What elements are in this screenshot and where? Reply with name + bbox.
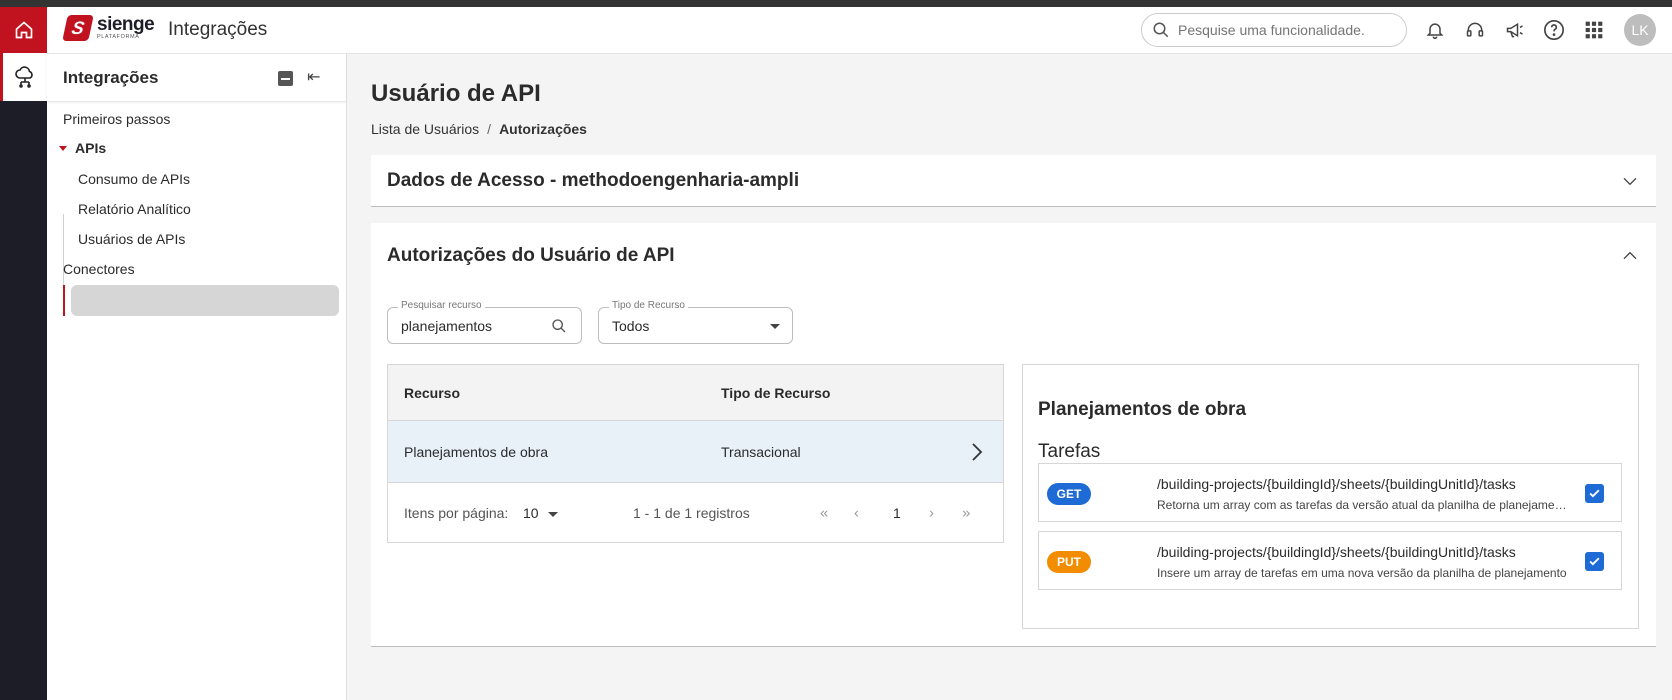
chevron-right-icon[interactable]	[970, 442, 984, 461]
resource-type-select[interactable]: Tipo de Recurso Todos	[598, 300, 793, 344]
headset-icon	[1466, 22, 1484, 37]
access-card-title: Dados de Acesso - methodoengenharia-ampl…	[387, 170, 800, 191]
home-icon	[15, 21, 32, 39]
endpoint-item: GET /building-projects/{buildingId}/shee…	[1038, 463, 1622, 522]
breadcrumb: Lista de Usuários / Autorizações	[371, 121, 587, 137]
caret-down-icon	[59, 145, 67, 151]
cell-type: Transacional	[721, 443, 801, 460]
caret-down-icon	[770, 324, 780, 329]
search-icon[interactable]	[551, 318, 567, 334]
chevron-down-icon[interactable]	[1622, 173, 1638, 189]
sidebar-item-usuarios[interactable]: Usuários de APIs	[78, 231, 185, 247]
resource-detail-panel: Planejamentos de obra Tarefas GET /build…	[1022, 364, 1639, 629]
active-item-marker	[63, 285, 65, 316]
announcements-button[interactable]	[1503, 18, 1527, 42]
logo-sub: PLATAFORMA	[97, 34, 140, 41]
authorizations-card: Autorizações do Usuário de API Pesquisar…	[371, 223, 1656, 647]
help-icon	[1544, 20, 1564, 40]
column-header-resource[interactable]: Recurso	[404, 385, 460, 401]
hide-sidebar-icon[interactable]: ⇤	[307, 67, 320, 87]
resources-table: Recurso Tipo de Recurso Planejamentos de…	[387, 364, 1004, 543]
per-page-value: 10	[523, 504, 539, 521]
access-data-card[interactable]: Dados de Acesso - methodoengenharia-ampl…	[371, 155, 1656, 207]
search-icon	[1153, 22, 1169, 38]
prev-page-icon[interactable]: ‹	[854, 504, 859, 521]
endpoint-description: Retorna um array com as tarefas da versã…	[1157, 498, 1567, 512]
sidebar-header: Integrações ⇤	[47, 54, 346, 102]
cell-resource: Planejamentos de obra	[404, 443, 548, 460]
next-page-icon[interactable]: ›	[929, 504, 934, 521]
sidebar-item-label: APIs	[75, 140, 107, 156]
window-top-strip	[0, 0, 1672, 7]
check-icon	[1589, 489, 1600, 498]
endpoint-path: /building-projects/{buildingId}/sheets/{…	[1157, 544, 1516, 560]
caret-down-icon	[547, 511, 558, 517]
method-badge-put: PUT	[1047, 551, 1091, 573]
first-page-icon[interactable]: «	[820, 504, 828, 521]
endpoint-path: /building-projects/{buildingId}/sheets/{…	[1157, 476, 1516, 492]
apps-button[interactable]	[1582, 18, 1606, 42]
sidebar-item-relatorio[interactable]: Relatório Analítico	[78, 201, 191, 217]
resource-search-input[interactable]: planejamentos	[401, 318, 492, 334]
cloud-network-icon	[15, 66, 33, 88]
help-button[interactable]	[1542, 18, 1566, 42]
active-item-highlight	[71, 285, 339, 316]
breadcrumb-parent[interactable]: Lista de Usuários	[371, 121, 479, 137]
auth-card-title: Autorizações do Usuário de API	[387, 245, 675, 266]
pagination-range: 1 - 1 de 1 registros	[633, 504, 750, 521]
sidebar: Integrações ⇤ Primeiros passos APIs Cons…	[47, 54, 347, 700]
avatar[interactable]: LK	[1624, 14, 1656, 46]
per-page-label: Itens por página:	[404, 504, 509, 521]
sidebar-item-consumo[interactable]: Consumo de APIs	[78, 171, 190, 187]
sidebar-item-apis[interactable]: APIs	[59, 140, 106, 156]
last-page-icon[interactable]: »	[962, 504, 970, 521]
notifications-button[interactable]	[1423, 18, 1447, 42]
column-header-type[interactable]: Tipo de Recurso	[721, 385, 830, 401]
per-page-select[interactable]: 10	[523, 505, 558, 521]
home-button[interactable]	[0, 7, 47, 53]
logo-mark: S	[62, 15, 94, 41]
logo-brand: sienge	[97, 14, 155, 36]
check-icon	[1589, 557, 1600, 566]
sidebar-item-primeiros-passos[interactable]: Primeiros passos	[63, 111, 170, 127]
app-rail	[0, 7, 47, 700]
page-title: Usuário de API	[371, 80, 541, 107]
sidebar-item-conectores[interactable]: Conectores	[63, 261, 135, 277]
search-input[interactable]	[1178, 22, 1388, 38]
breadcrumb-separator: /	[487, 121, 492, 137]
method-badge-get: GET	[1047, 483, 1091, 505]
endpoint-checkbox[interactable]	[1585, 552, 1604, 571]
chevron-up-icon[interactable]	[1622, 248, 1638, 264]
global-search[interactable]	[1141, 13, 1407, 47]
megaphone-icon	[1506, 22, 1523, 38]
endpoint-checkbox[interactable]	[1585, 484, 1604, 503]
integrations-rail-button[interactable]	[0, 53, 47, 101]
field-label: Tipo de Recurso	[609, 300, 688, 311]
collapse-all-icon[interactable]	[278, 71, 293, 86]
top-header: S sienge PLATAFORMA Integrações LK	[47, 7, 1672, 54]
pagination: Itens por página: 10 1 - 1 de 1 registro…	[388, 483, 1003, 542]
support-button[interactable]	[1463, 18, 1487, 42]
table-header: Recurso Tipo de Recurso	[388, 365, 1003, 421]
sidebar-title: Integrações	[63, 68, 159, 87]
sienge-logo[interactable]: S sienge PLATAFORMA	[62, 14, 155, 41]
field-label: Pesquisar recurso	[398, 300, 485, 311]
current-page[interactable]: 1	[893, 505, 901, 521]
breadcrumb-current: Autorizações	[499, 121, 587, 137]
resource-search-field[interactable]: Pesquisar recurso planejamentos	[387, 300, 582, 344]
bell-icon	[1426, 23, 1444, 40]
detail-subtitle: Tarefas	[1038, 441, 1101, 462]
detail-title: Planejamentos de obra	[1038, 399, 1247, 420]
table-row[interactable]: Planejamentos de obra Transacional	[388, 421, 1003, 483]
apps-grid-icon	[1585, 21, 1603, 39]
endpoint-description: Insere um array de tarefas em uma nova v…	[1157, 566, 1567, 580]
endpoint-item: PUT /building-projects/{buildingId}/shee…	[1038, 531, 1622, 590]
app-title: Integrações	[168, 19, 268, 40]
resource-type-value: Todos	[612, 318, 650, 334]
